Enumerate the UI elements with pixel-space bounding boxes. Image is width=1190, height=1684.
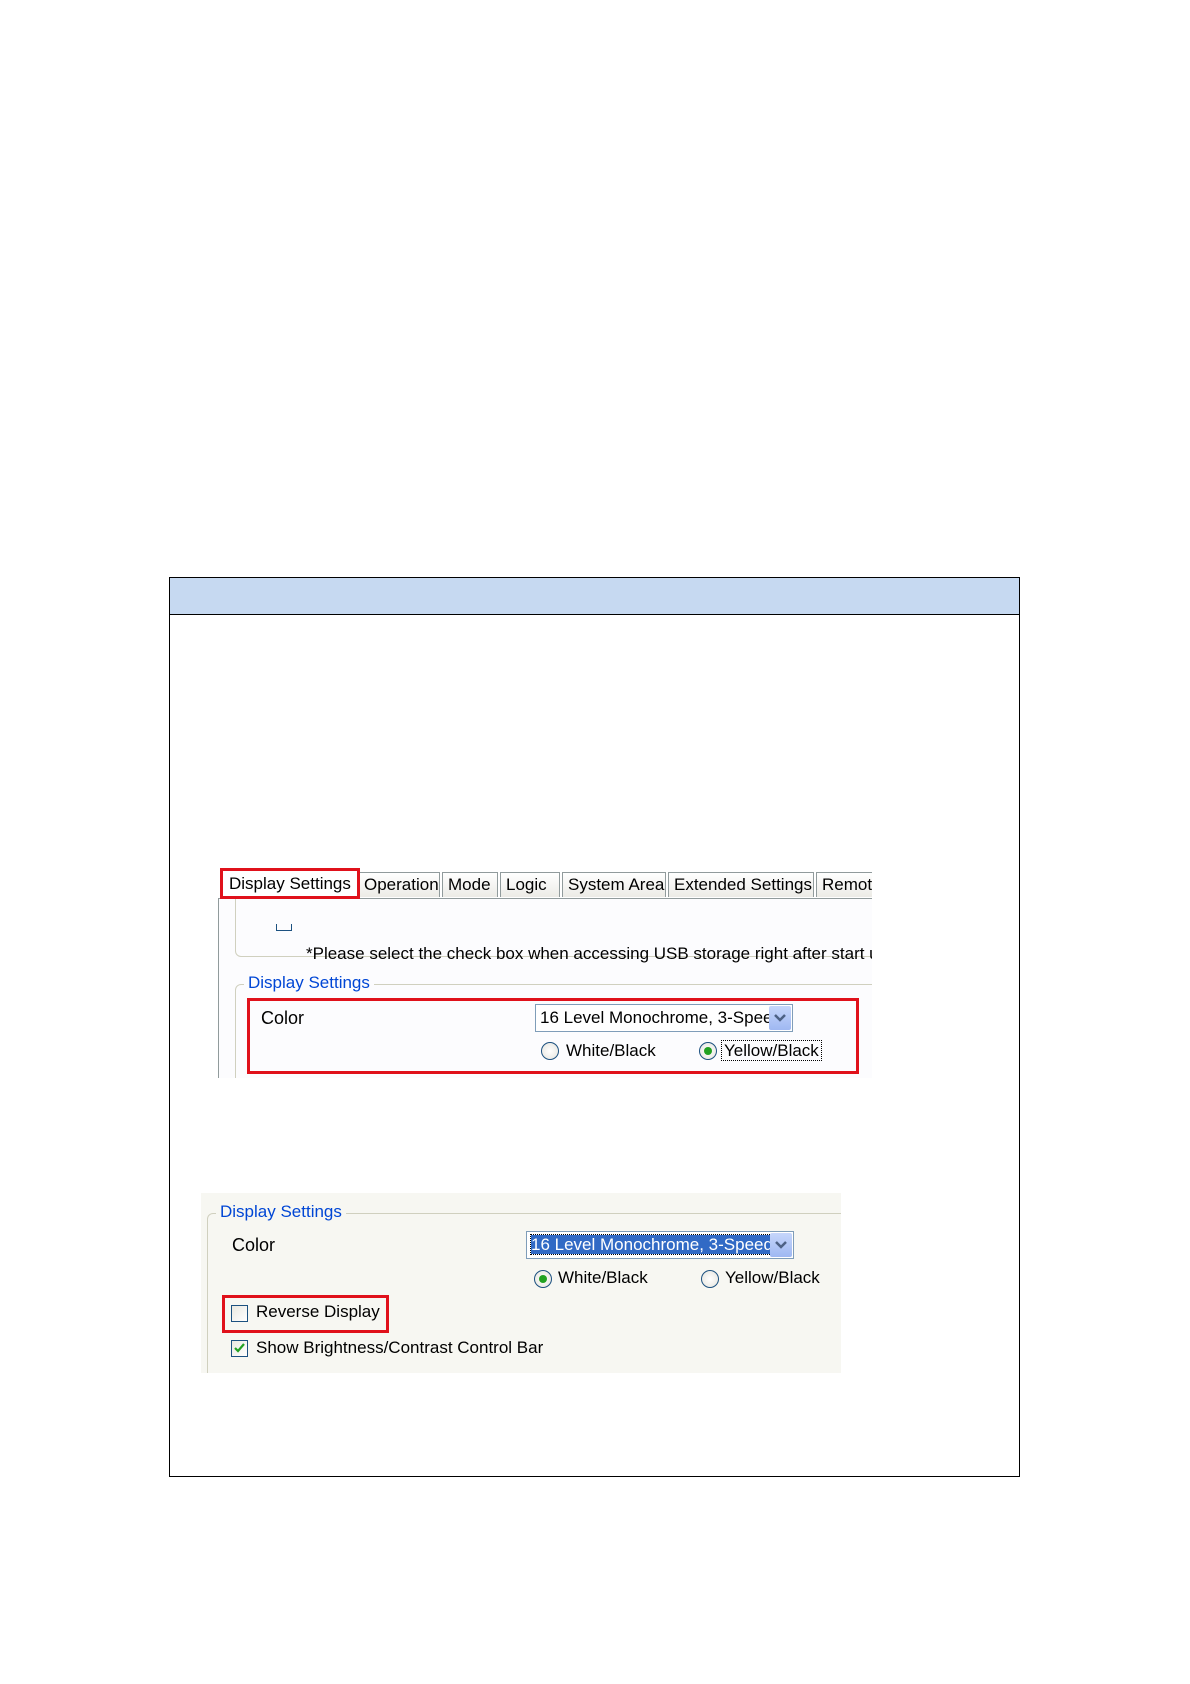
chevron-down-icon[interactable] (770, 1233, 792, 1257)
tab-extended-settings[interactable]: Extended Settings (668, 872, 814, 897)
display-settings-group-title: Display Settings (244, 973, 374, 993)
clipped-checkbox[interactable] (276, 924, 292, 931)
color-label: Color (232, 1235, 276, 1255)
reverse-display-checkbox[interactable] (231, 1305, 248, 1322)
radio-white-black[interactable] (541, 1042, 559, 1060)
color-label: Color (261, 1008, 305, 1028)
document-frame-header (170, 578, 1019, 615)
tab-operation[interactable]: Operation (358, 872, 440, 897)
tab-remote[interactable]: Remot (816, 872, 872, 897)
radio-white-black-label: White/Black (566, 1041, 656, 1060)
checkmark-icon (234, 1343, 245, 1353)
radio-white-black-label: White/Black (558, 1268, 648, 1287)
display-settings-group-title: Display Settings (216, 1202, 346, 1222)
tab-mode[interactable]: Mode (442, 872, 498, 897)
radio-yellow-black-label: Yellow/Black (721, 1040, 822, 1061)
screenshot-display-settings-tab: *Please select the check box when access… (218, 868, 872, 1078)
radio-yellow-black[interactable] (701, 1270, 719, 1288)
color-dropdown-value: 16 Level Monochrome, 3-Speed (540, 1008, 782, 1027)
tab-display-settings[interactable]: Display Settings (220, 868, 360, 899)
tab-logic[interactable]: Logic (500, 872, 560, 897)
color-dropdown[interactable]: 16 Level Monochrome, 3-Speed (526, 1231, 794, 1259)
show-brightness-checkbox[interactable] (231, 1340, 248, 1357)
reverse-display-label: Reverse Display (256, 1302, 380, 1321)
tab-system-area[interactable]: System Area (562, 872, 666, 897)
screenshot-display-settings-group: Display Settings Color 16 Level Monochro… (201, 1193, 841, 1373)
usb-groupbox: *Please select the check box when access… (235, 894, 872, 963)
chevron-down-icon[interactable] (769, 1006, 791, 1030)
tab-strip: Display Settings Operation Mode Logic Sy… (218, 868, 872, 899)
color-dropdown[interactable]: 16 Level Monochrome, 3-Speed (535, 1004, 793, 1032)
radio-yellow-black-label: Yellow/Black (725, 1268, 820, 1287)
radio-yellow-black[interactable] (699, 1042, 717, 1060)
color-dropdown-value: 16 Level Monochrome, 3-Speed (530, 1234, 774, 1255)
show-brightness-label: Show Brightness/Contrast Control Bar (256, 1338, 544, 1357)
tab-panel: *Please select the check box when access… (218, 894, 872, 1078)
usb-note: *Please select the check box when access… (306, 944, 872, 963)
radio-white-black[interactable] (534, 1270, 552, 1288)
